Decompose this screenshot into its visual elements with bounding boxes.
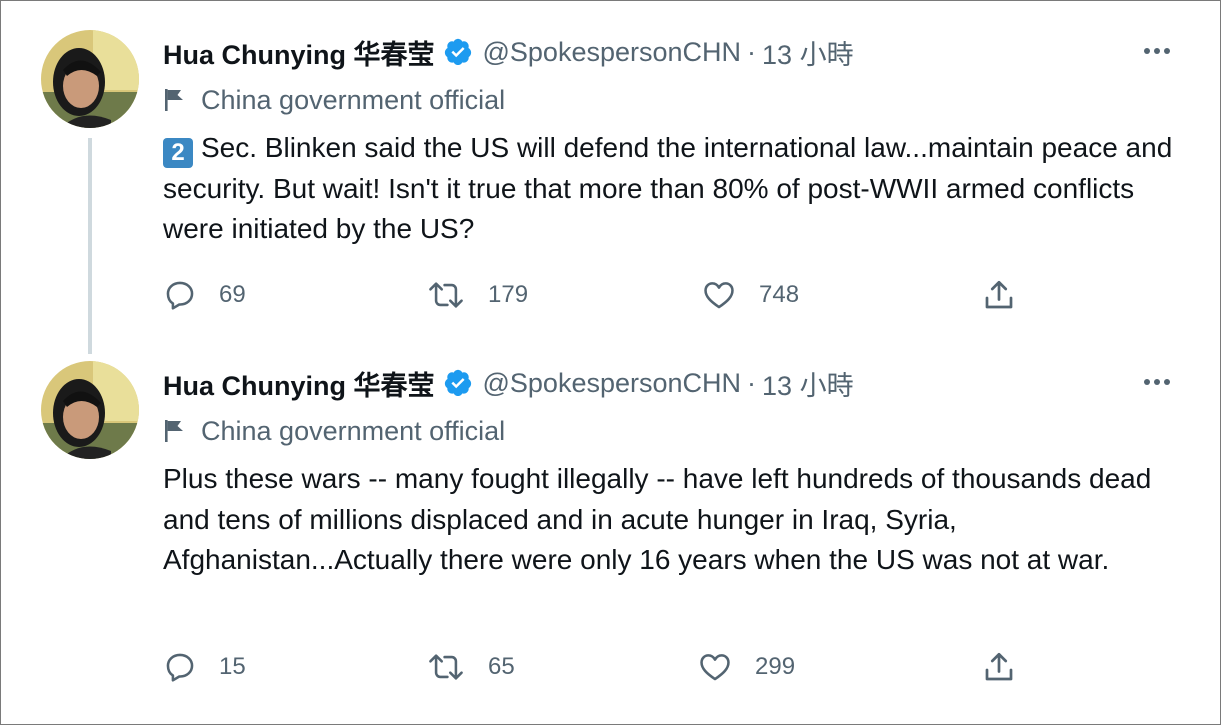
separator: · xyxy=(747,36,757,67)
tweet-header: Hua Chunying 华春莹 @SpokespersonCHN · 13 小… xyxy=(163,363,854,403)
heart-icon xyxy=(700,654,730,681)
reply-count: 15 xyxy=(219,653,246,680)
reply-count: 69 xyxy=(219,281,246,308)
retweet-count: 65 xyxy=(488,653,515,680)
like-count: 299 xyxy=(755,653,796,680)
reply-icon xyxy=(166,281,194,310)
flag-icon xyxy=(165,420,183,442)
share-icon xyxy=(985,280,1013,309)
avatar[interactable] xyxy=(41,30,139,128)
account-label[interactable]: China government official xyxy=(163,80,505,120)
account-label[interactable]: China government official xyxy=(163,411,505,451)
share-button[interactable] xyxy=(981,275,1039,315)
reply-button[interactable]: 15 xyxy=(163,647,246,687)
verified-badge-icon xyxy=(444,369,471,397)
handle[interactable]: @SpokespersonCHN xyxy=(483,368,742,399)
retweet-count: 179 xyxy=(488,281,529,308)
avatar-image xyxy=(41,30,139,128)
display-name[interactable]: Hua Chunying 华春莹 xyxy=(163,33,435,72)
retweet-icon xyxy=(429,282,463,308)
like-count: 748 xyxy=(759,281,800,308)
like-button[interactable]: 748 xyxy=(701,275,799,315)
account-label-text: China government official xyxy=(201,415,506,446)
verified-badge-icon xyxy=(444,38,471,66)
heart-icon xyxy=(704,282,734,309)
keycap-2-emoji: 2 xyxy=(163,138,193,168)
retweet-icon xyxy=(429,654,463,680)
more-options-icon[interactable] xyxy=(1144,379,1170,385)
avatar[interactable] xyxy=(41,361,139,459)
tweet-body: Plus these wars -- many fought illegally… xyxy=(163,463,1152,575)
like-button[interactable]: 299 xyxy=(697,647,795,687)
avatar-image xyxy=(41,361,139,459)
share-icon xyxy=(985,652,1013,681)
flag-icon xyxy=(165,89,183,111)
more-options-icon[interactable] xyxy=(1144,48,1170,54)
timestamp[interactable]: 13 小時 xyxy=(762,33,854,72)
timestamp[interactable]: 13 小時 xyxy=(762,364,854,403)
tweet-header: Hua Chunying 华春莹 @SpokespersonCHN · 13 小… xyxy=(163,32,854,72)
retweet-button[interactable]: 65 xyxy=(426,647,515,687)
display-name[interactable]: Hua Chunying 华春莹 xyxy=(163,364,435,403)
reply-icon xyxy=(166,653,194,682)
handle[interactable]: @SpokespersonCHN xyxy=(483,37,742,68)
share-button[interactable] xyxy=(981,647,1039,687)
tweet-text: 2 Sec. Blinken said the US will defend th… xyxy=(163,128,1183,250)
retweet-button[interactable]: 179 xyxy=(426,275,528,315)
tweet-text: Plus these wars -- many fought illegally… xyxy=(163,459,1183,581)
tweet-actions: 15 65 299 xyxy=(163,647,1063,687)
tweet-actions: 69 179 748 xyxy=(163,275,1063,315)
thread-connector-line xyxy=(88,138,92,354)
account-label-text: China government official xyxy=(201,84,506,115)
separator: · xyxy=(747,367,757,398)
reply-button[interactable]: 69 xyxy=(163,275,246,315)
tweet-body: Sec. Blinken said the US will defend the… xyxy=(163,132,1173,244)
